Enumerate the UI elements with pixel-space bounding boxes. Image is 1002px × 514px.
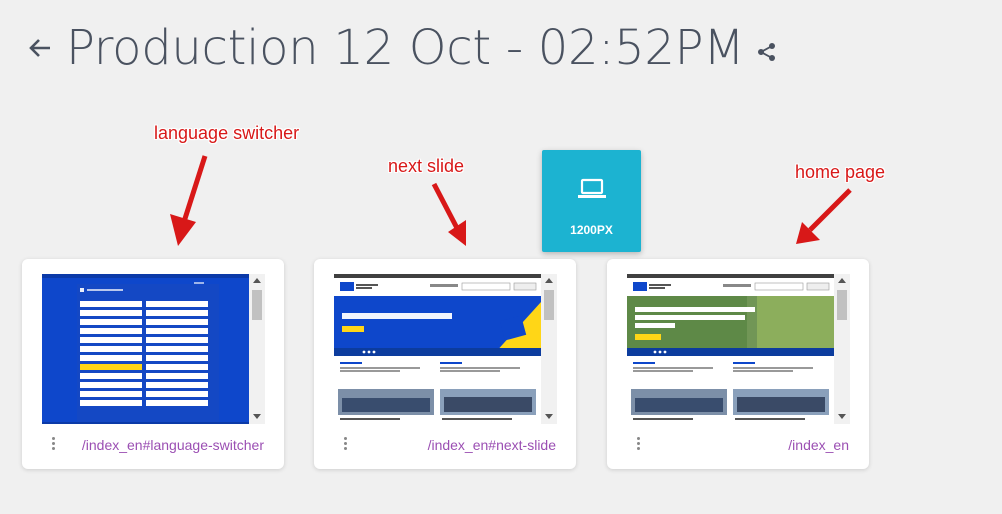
screenshot-thumbnail[interactable] <box>334 274 557 424</box>
annotation-arrow <box>431 182 466 246</box>
annotation-arrow <box>170 155 208 246</box>
screenshot-card[interactable]: /index_en#next-slide <box>314 259 576 469</box>
annotation-arrow <box>796 188 852 244</box>
more-options-icon[interactable] <box>633 437 643 453</box>
laptop-icon <box>577 178 607 205</box>
page-header: Production 12 Oct - 02:52PM <box>26 18 778 78</box>
annotation-home-page: home page <box>795 162 886 182</box>
back-arrow-icon[interactable] <box>26 33 56 63</box>
scrollbar[interactable] <box>541 274 557 424</box>
page-title: Production 12 Oct - 02:52PM <box>66 20 745 76</box>
more-options-icon[interactable] <box>48 437 58 453</box>
page-path-link[interactable]: /index_en#next-slide <box>428 437 556 453</box>
device-1200px-button[interactable]: 1200PX <box>542 150 641 252</box>
page-path-link[interactable]: /index_en#language-switcher <box>82 437 264 453</box>
share-icon[interactable] <box>756 41 778 63</box>
screenshot-card[interactable]: /index_en <box>607 259 869 469</box>
more-options-icon[interactable] <box>340 437 350 453</box>
device-label: 1200PX <box>570 223 613 237</box>
screenshot-thumbnail[interactable] <box>627 274 850 424</box>
screenshot-thumbnail[interactable] <box>42 274 265 424</box>
screenshot-card[interactable]: /index_en#language-switcher <box>22 259 284 469</box>
page-path-link[interactable]: /index_en <box>788 437 849 453</box>
annotation-language-switcher: language switcher <box>154 123 300 143</box>
scrollbar[interactable] <box>249 274 265 424</box>
annotation-next-slide: next slide <box>388 156 465 176</box>
scrollbar[interactable] <box>834 274 850 424</box>
